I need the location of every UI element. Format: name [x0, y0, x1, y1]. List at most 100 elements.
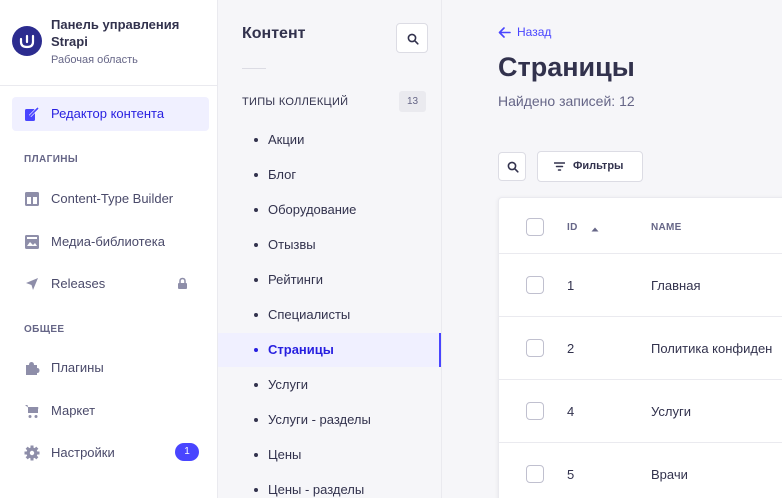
back-link[interactable]: Назад: [498, 25, 551, 39]
cell-name: Политика конфиден: [651, 341, 773, 356]
search-icon: [507, 161, 519, 173]
nav-item-label: Медиа-библиотека: [51, 234, 165, 249]
search-button[interactable]: [498, 152, 526, 181]
row-checkbox[interactable]: [526, 402, 544, 420]
cell-id: 5: [567, 467, 575, 482]
subnav-item[interactable]: Услуги - разделы: [218, 403, 441, 437]
cell-id: 4: [567, 404, 575, 419]
bullet-icon: [254, 488, 258, 492]
subnav-item[interactable]: Услуги: [218, 368, 441, 402]
filters-button[interactable]: Фильтры: [537, 151, 643, 182]
subnav-item[interactable]: Рейтинги: [218, 263, 441, 297]
nav-item-marketplace[interactable]: Маркет: [12, 394, 209, 428]
main-navigation: Панель управления Strapi Рабочая область…: [0, 0, 218, 498]
layout-icon: [25, 192, 39, 206]
bullet-icon: [254, 313, 258, 317]
subnav-item[interactable]: Цены: [218, 438, 441, 472]
nav-item-label: Редактор контента: [51, 106, 165, 121]
nav-section-general: ОБЩЕЕ: [24, 324, 65, 335]
feather-edit-icon: [25, 106, 40, 121]
subnav-item-active[interactable]: Страницы: [218, 333, 441, 367]
workspace-subtitle: Рабочая область: [51, 54, 138, 66]
subnav-item-label: Акции: [268, 132, 305, 147]
search-icon: [407, 33, 419, 45]
column-header-id[interactable]: ID: [567, 222, 578, 233]
subnav-item[interactable]: Блог: [218, 158, 441, 192]
bullet-icon: [254, 173, 258, 177]
row-checkbox[interactable]: [526, 276, 544, 294]
entries-table: ID NAME 1 Главная 2 Политика конфиден 4 …: [498, 197, 782, 498]
table-row[interactable]: 5 Врачи: [499, 443, 782, 498]
subnav-item[interactable]: Оборудование: [218, 193, 441, 227]
records-count: Найдено записей: 12: [498, 93, 635, 109]
content-sub-navigation: Контент ТИПЫ КОЛЛЕКЦИЙ 13 Акции Блог Обо…: [218, 0, 442, 498]
collection-types-heading: ТИПЫ КОЛЛЕКЦИЙ: [242, 96, 349, 108]
shopping-cart-icon: [25, 405, 39, 418]
subnav-item-label: Отызвы: [268, 237, 316, 252]
subnav-item-label: Оборудование: [268, 202, 357, 217]
cell-name: Услуги: [651, 404, 691, 419]
nav-item-label: Content-Type Builder: [51, 191, 174, 206]
bullet-icon: [254, 138, 258, 142]
subnav-item-label: Цены: [268, 447, 302, 462]
subnav-title: Контент: [242, 25, 306, 42]
table-row[interactable]: 4 Услуги: [499, 380, 782, 443]
subnav-item[interactable]: Цены - разделы: [218, 473, 441, 498]
strapi-logo-icon: [12, 26, 42, 56]
subnav-item-label: Страницы: [268, 342, 334, 357]
nav-item-content-manager[interactable]: Редактор контента: [12, 97, 209, 131]
lock-icon: [178, 277, 187, 289]
column-header-name[interactable]: NAME: [651, 222, 682, 233]
gear-icon: [24, 445, 40, 461]
nav-item-label: Маркет: [51, 403, 96, 418]
sort-ascending-icon[interactable]: [591, 227, 599, 232]
paper-plane-icon: [26, 278, 38, 290]
subnav-divider: [242, 68, 266, 69]
table-row[interactable]: 2 Политика конфиден: [499, 317, 782, 380]
nav-item-releases[interactable]: Releases: [12, 267, 209, 301]
nav-item-media-library[interactable]: Медиа-библиотека: [12, 225, 209, 259]
table-header-row: ID NAME: [499, 198, 782, 254]
bullet-icon: [254, 243, 258, 247]
filters-button-label: Фильтры: [573, 160, 624, 172]
row-checkbox[interactable]: [526, 465, 544, 483]
select-all-checkbox[interactable]: [526, 218, 544, 236]
nav-item-settings[interactable]: Настройки 1: [12, 436, 209, 470]
cell-name: Главная: [651, 278, 701, 293]
image-icon: [25, 235, 39, 249]
page-title: Страницы: [498, 52, 635, 82]
subnav-item[interactable]: Специалисты: [218, 298, 441, 332]
nav-item-label: Releases: [51, 276, 106, 291]
subnav-item-label: Рейтинги: [268, 272, 323, 287]
nav-item-label: Настройки: [51, 445, 115, 460]
bullet-icon: [254, 348, 258, 352]
list-view: Назад Страницы Найдено записей: 12 Фильт…: [442, 0, 782, 498]
nav-section-plugins: ПЛАГИНЫ: [24, 154, 79, 165]
subnav-item[interactable]: Акции: [218, 123, 441, 157]
subnav-item-label: Специалисты: [268, 307, 351, 322]
collection-types-count: 13: [399, 91, 426, 112]
nav-item-label: Плагины: [51, 360, 104, 375]
puzzle-icon: [26, 362, 40, 375]
subnav-item-label: Услуги - разделы: [268, 412, 371, 427]
settings-notification-badge: 1: [175, 443, 199, 461]
bullet-icon: [254, 383, 258, 387]
bullet-icon: [254, 453, 258, 457]
nav-item-plugins[interactable]: Плагины: [12, 351, 209, 385]
table-row[interactable]: 1 Главная: [499, 254, 782, 317]
bullet-icon: [254, 278, 258, 282]
subnav-search-button[interactable]: [396, 23, 428, 53]
workspace-brand: Панель управления Strapi Рабочая область: [0, 0, 217, 86]
back-link-label: Назад: [517, 25, 552, 39]
subnav-item-label: Услуги: [268, 377, 308, 392]
cell-id: 2: [567, 341, 575, 356]
arrow-left-icon: [498, 26, 511, 38]
subnav-item-label: Блог: [268, 167, 297, 182]
bullet-icon: [254, 208, 258, 212]
cell-name: Врачи: [651, 467, 688, 482]
cell-id: 1: [567, 278, 575, 293]
nav-item-content-type-builder[interactable]: Content-Type Builder: [12, 182, 209, 216]
row-checkbox[interactable]: [526, 339, 544, 357]
bullet-icon: [254, 418, 258, 422]
subnav-item[interactable]: Отызвы: [218, 228, 441, 262]
